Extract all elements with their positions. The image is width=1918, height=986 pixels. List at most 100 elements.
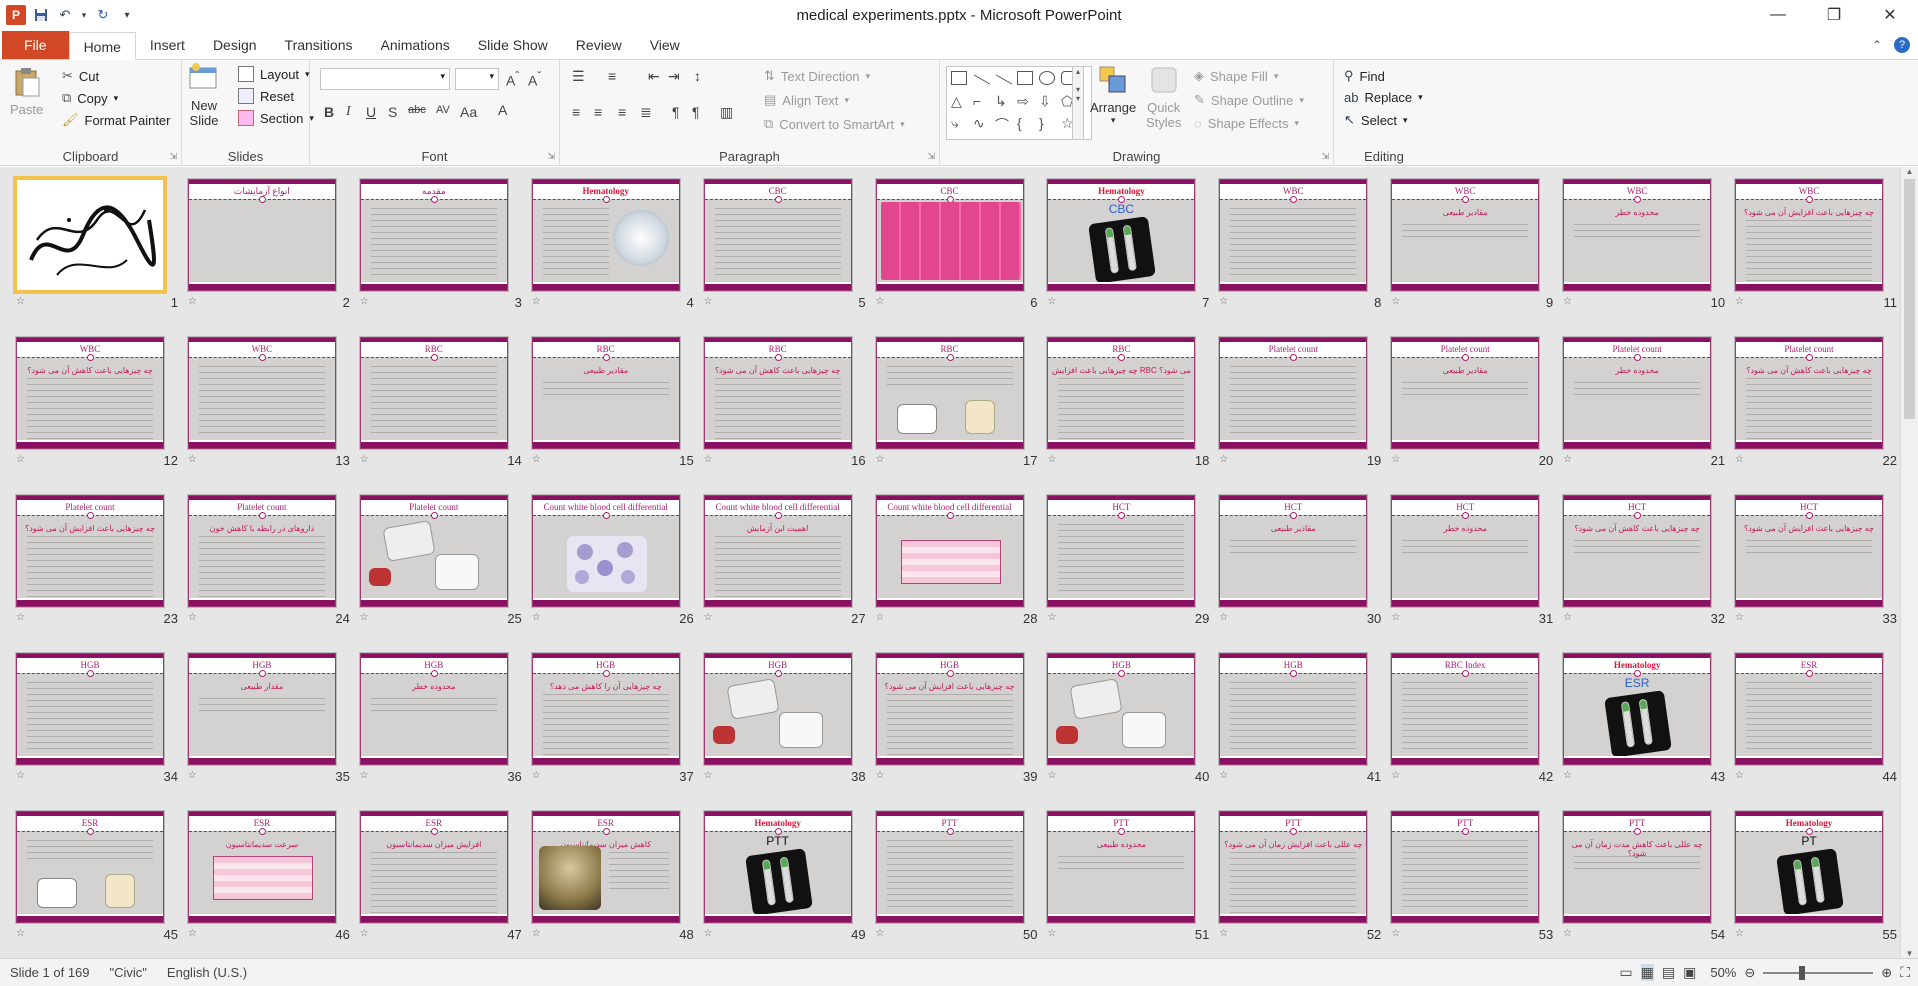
right-arrow-shape-icon[interactable]: ⇨ [1017, 93, 1029, 110]
undo-icon[interactable]: ↶ [56, 6, 74, 24]
freeform-shape-icon[interactable]: ⤷ [951, 115, 959, 132]
right-brace-shape-icon[interactable]: } [1039, 115, 1044, 131]
font-size-combo[interactable]: ▾ [455, 68, 499, 90]
slide-thumbnail[interactable]: HGB چه چیزهایی آن را کاهش می دهد؟ [531, 653, 680, 765]
zoom-in-icon[interactable]: ⊕ [1881, 965, 1892, 981]
slide-thumbnail[interactable]: HGB [1219, 653, 1368, 765]
line-spacing-icon[interactable]: ↕ [694, 68, 701, 84]
slide-thumbnail[interactable]: PTT چه عللی باعث کاهش مدت زمان آن می شود؟ [1563, 811, 1712, 923]
tab-design[interactable]: Design [199, 31, 271, 59]
slide-thumbnail[interactable]: HCT چه چیزهایی باعث کاهش آن می شود؟ [1563, 495, 1712, 607]
replace-button[interactable]: ab Replace ▾ [1344, 90, 1423, 105]
justify-icon[interactable]: ≣ [640, 104, 652, 121]
elbow-connector-shape-icon[interactable]: ⌐ [973, 93, 981, 109]
transition-icon[interactable]: ☆ [1391, 297, 1403, 307]
font-name-combo[interactable]: ▾ [320, 68, 450, 90]
columns-icon[interactable]: ▥ [720, 104, 733, 121]
close-icon[interactable]: ✕ [1862, 0, 1918, 30]
convert-smartart-button[interactable]: ⧉ Convert to SmartArt ▾ [764, 116, 905, 132]
shapes-gallery[interactable]: △ ⌐ ↳ ⇨ ⇩ ⬠ ⤷ ∿ ⌒ { } ☆ [946, 66, 1092, 140]
undo-dropdown-icon[interactable]: ▾ [80, 6, 88, 24]
slide-thumbnail[interactable]: انواع آزمایشات [187, 179, 336, 291]
transition-icon[interactable]: ☆ [704, 613, 716, 623]
slideshow-view-icon[interactable]: ▣ [1683, 964, 1696, 981]
rtl-icon[interactable]: ¶ [692, 104, 700, 120]
dialog-launcher-icon[interactable]: ⇲ [927, 151, 935, 162]
grow-font-icon[interactable]: Aˆ [506, 70, 519, 89]
align-text-button[interactable]: ▤ Align Text ▾ [764, 92, 849, 108]
slide-thumbnail[interactable]: Platelet count [1219, 337, 1368, 449]
rectangle-shape-icon[interactable] [1017, 71, 1033, 85]
slide-thumbnail[interactable]: RBC چه چیزهایی باعث کاهش آن می شود؟ [703, 337, 852, 449]
customize-qat-icon[interactable]: ▾ [118, 6, 136, 24]
transition-icon[interactable]: ☆ [876, 297, 888, 307]
minimize-icon[interactable]: — [1750, 0, 1806, 30]
transition-icon[interactable]: ☆ [1047, 929, 1059, 939]
slide-thumbnail[interactable]: Hematology PT [1735, 811, 1883, 923]
slide-thumbnail[interactable]: RBC [359, 337, 508, 449]
transition-icon[interactable]: ☆ [1219, 613, 1231, 623]
tab-slide-show[interactable]: Slide Show [464, 31, 562, 59]
tab-file[interactable]: File [2, 31, 69, 59]
transition-icon[interactable]: ☆ [16, 297, 28, 307]
transition-icon[interactable]: ☆ [1047, 613, 1059, 623]
slide-thumbnail[interactable]: WBC [1219, 179, 1368, 291]
transition-icon[interactable]: ☆ [1047, 297, 1059, 307]
reset-button[interactable]: Reset [238, 88, 294, 104]
ltr-icon[interactable]: ¶ [672, 104, 680, 120]
slide-thumbnail[interactable]: ESR [16, 811, 164, 923]
shapes-gallery-scroll[interactable]: ▴ ▾ ▾ [1072, 66, 1084, 140]
tab-transitions[interactable]: Transitions [271, 31, 367, 59]
increase-indent-icon[interactable]: ⇥ [668, 68, 680, 85]
transition-icon[interactable]: ☆ [1047, 771, 1059, 781]
transition-icon[interactable]: ☆ [1563, 929, 1575, 939]
zoom-slider[interactable] [1763, 965, 1874, 980]
triangle-shape-icon[interactable]: △ [951, 93, 962, 110]
align-left-icon[interactable]: ≡ [572, 104, 580, 120]
transition-icon[interactable]: ☆ [532, 455, 544, 465]
slide-thumbnail[interactable]: Hematology [531, 179, 680, 291]
slide-thumbnail[interactable]: Hematology PTT [703, 811, 852, 923]
strikethrough-icon[interactable]: abc [408, 104, 426, 116]
transition-icon[interactable]: ☆ [876, 455, 888, 465]
slide-thumbnail[interactable]: Count white blood cell differential [531, 495, 680, 607]
help-icon[interactable]: ? [1894, 37, 1910, 53]
transition-icon[interactable]: ☆ [1219, 297, 1231, 307]
transition-icon[interactable]: ☆ [1391, 613, 1403, 623]
bold-icon[interactable]: B [324, 104, 334, 120]
transition-icon[interactable]: ☆ [1219, 455, 1231, 465]
transition-icon[interactable]: ☆ [704, 297, 716, 307]
slide-thumbnail[interactable]: HCT محدوده خطر [1391, 495, 1540, 607]
slide-thumbnail[interactable]: WBC مقادیر طبیعی [1391, 179, 1540, 291]
slide-thumbnail[interactable]: ESR [1735, 653, 1883, 765]
transition-icon[interactable]: ☆ [1219, 771, 1231, 781]
shape-fill-button[interactable]: ◈ Shape Fill ▾ [1194, 68, 1278, 84]
slide-thumbnail[interactable]: Platelet count مقادیر طبیعی [1391, 337, 1540, 449]
scroll-up-icon[interactable]: ▲ [1901, 167, 1918, 176]
save-icon[interactable] [32, 6, 50, 24]
new-slide-button[interactable]: New Slide [188, 62, 220, 128]
slide-thumbnail[interactable]: RBC مقادیر طبیعی [531, 337, 680, 449]
transition-icon[interactable]: ☆ [16, 771, 28, 781]
slide-thumbnail[interactable]: Platelet count چه چیزهایی باعث افزایش آن … [16, 495, 164, 607]
slide-thumbnail[interactable]: Hematology ESR [1563, 653, 1712, 765]
dialog-launcher-icon[interactable]: ⇲ [547, 151, 555, 162]
slide-thumbnail[interactable]: ESR کاهش میزان سدیمانتاسیون [531, 811, 680, 923]
copy-button[interactable]: ⧉ Copy ▾ [62, 90, 118, 106]
transition-icon[interactable]: ☆ [1735, 771, 1747, 781]
italic-icon[interactable]: I [346, 104, 351, 120]
transition-icon[interactable]: ☆ [188, 455, 200, 465]
slide-thumbnail[interactable]: HGB محدوده خطر [359, 653, 508, 765]
transition-icon[interactable]: ☆ [532, 613, 544, 623]
transition-icon[interactable]: ☆ [16, 929, 28, 939]
scroll-down-icon[interactable]: ▼ [1901, 949, 1918, 958]
underline-icon[interactable]: U [366, 104, 376, 120]
slide-thumbnail[interactable]: HGB [16, 653, 164, 765]
slide-thumbnail[interactable]: PTT چه عللی باعث افزایش زمان آن می شود؟ [1219, 811, 1368, 923]
tab-home[interactable]: Home [68, 32, 136, 60]
slide-thumbnail[interactable]: HCT چه چیزهایی باعث افزایش آن می شود؟ [1735, 495, 1883, 607]
transition-icon[interactable]: ☆ [532, 929, 544, 939]
transition-icon[interactable]: ☆ [1563, 771, 1575, 781]
transition-icon[interactable]: ☆ [1563, 455, 1575, 465]
transition-icon[interactable]: ☆ [1563, 613, 1575, 623]
